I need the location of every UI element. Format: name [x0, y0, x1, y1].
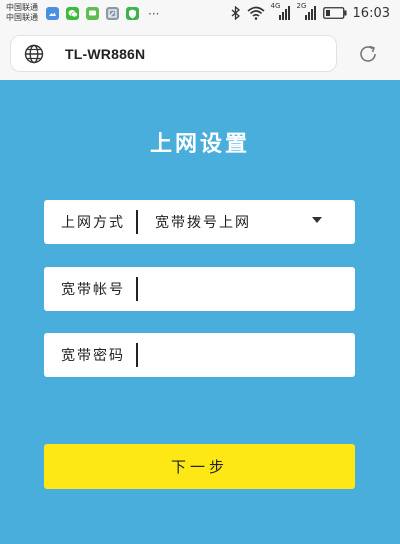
battery-icon	[322, 7, 347, 19]
broadband-account-input[interactable]	[140, 271, 345, 307]
connection-type-label: 上网方式	[61, 215, 125, 231]
broadband-account-field[interactable]: 宽带帐号	[44, 267, 355, 311]
carrier-1: 中国联通	[6, 3, 38, 12]
bluetooth-icon	[231, 6, 240, 20]
shield-app-icon	[126, 7, 139, 20]
carrier-2: 中国联通	[6, 13, 38, 22]
page-title: 上网设置	[149, 131, 250, 157]
broadband-password-label: 宽带密码	[61, 348, 125, 364]
field-divider	[136, 210, 138, 234]
system-status: 4G 2G 16:03	[231, 2, 390, 21]
broadband-account-label: 宽带帐号	[61, 282, 125, 298]
signal-2g-icon: 2G	[297, 2, 317, 21]
status-bar: 中国联通 中国联通 ··· 4G 2G 16:03	[0, 0, 400, 28]
connection-type-select[interactable]: 上网方式 宽带拨号上网	[44, 200, 355, 244]
router-setup-page: 上网设置 上网方式 宽带拨号上网 宽带帐号 宽带密码 下一步	[0, 80, 400, 544]
address-bar[interactable]: TL-WR886N	[10, 35, 337, 72]
broadband-password-field[interactable]: 宽带密码	[44, 333, 355, 377]
clock: 16:03	[352, 5, 390, 21]
connection-type-value: 宽带拨号上网	[155, 215, 251, 231]
next-button[interactable]: 下一步	[44, 444, 355, 489]
message-app-icon	[86, 7, 99, 20]
browser-toolbar: TL-WR886N	[0, 28, 400, 80]
reload-icon[interactable]	[357, 43, 379, 65]
wechat-icon	[66, 7, 79, 20]
notification-icons: ···	[46, 7, 159, 20]
gallery-app-icon	[106, 7, 119, 20]
more-notifications-icon: ···	[148, 6, 160, 21]
globe-icon	[24, 44, 44, 64]
url-text: TL-WR886N	[65, 46, 146, 62]
broadband-password-input[interactable]	[140, 337, 345, 373]
field-divider	[136, 277, 138, 301]
dropdown-arrow-icon	[312, 217, 322, 223]
carrier-info: 中国联通 中国联通	[6, 3, 38, 23]
field-divider	[136, 343, 138, 367]
photo-app-icon	[46, 7, 59, 20]
signal-4g-icon: 4G	[271, 2, 291, 21]
wifi-icon	[247, 6, 265, 20]
